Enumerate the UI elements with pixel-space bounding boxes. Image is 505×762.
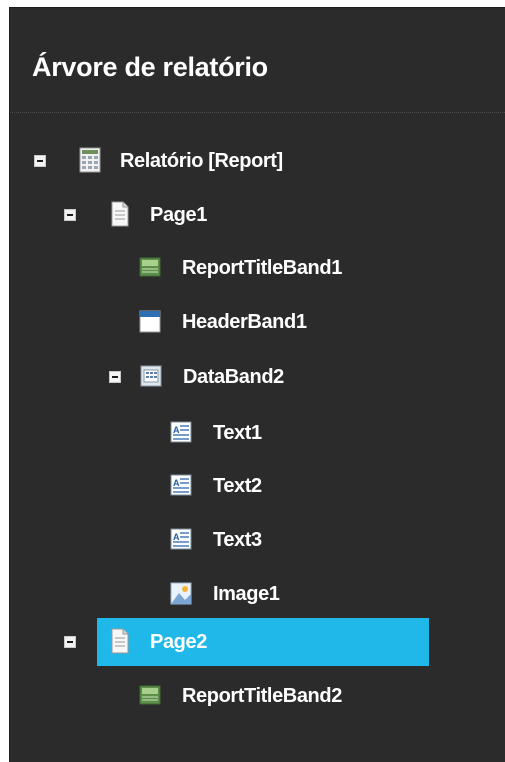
collapse-toggle-icon[interactable] <box>64 209 76 221</box>
tree-node-text2[interactable]: A Text2 <box>10 467 430 505</box>
tree-node-label: HeaderBand1 <box>182 311 307 333</box>
tree-node-label: Relatório [Report] <box>120 150 283 172</box>
tree-node-data-band2[interactable]: DataBand2 <box>10 358 430 396</box>
panel-title: Árvore de relatório <box>32 52 268 82</box>
tree-node-text3[interactable]: A Text3 <box>10 521 430 559</box>
tree-node-image1[interactable]: Image1 <box>10 575 430 613</box>
text-object-icon: A <box>170 528 192 550</box>
image-object-icon <box>170 582 192 605</box>
tree-node-label: DataBand2 <box>183 366 284 388</box>
tree-node-header-band1[interactable]: HeaderBand1 <box>10 303 430 341</box>
tree-node-text1[interactable]: A Text1 <box>10 414 430 452</box>
collapse-toggle-icon[interactable] <box>34 155 46 167</box>
tree-node-page2[interactable]: Page2 <box>10 623 430 661</box>
report-icon <box>79 147 101 173</box>
svg-text:A: A <box>173 532 180 542</box>
tree-node-label: Text1 <box>213 422 262 444</box>
collapse-toggle-icon[interactable] <box>109 371 121 383</box>
svg-text:A: A <box>173 425 180 435</box>
report-tree-panel: Árvore de relatório Relatório [Report] P… <box>9 7 505 762</box>
tree-node-label: ReportTitleBand2 <box>182 685 342 707</box>
page-icon <box>111 628 129 654</box>
tree-node-label: Page2 <box>150 631 207 653</box>
header-band-icon <box>139 310 161 333</box>
page-icon <box>111 201 129 227</box>
tree-node-page1[interactable]: Page1 <box>10 196 430 234</box>
report-title-band-icon <box>139 257 161 277</box>
tree-node-report-title-band2[interactable]: ReportTitleBand2 <box>10 677 430 715</box>
report-title-band-icon <box>139 685 161 705</box>
svg-text:A: A <box>173 478 180 488</box>
tree-node-label: Page1 <box>150 204 207 226</box>
tree-node-label: ReportTitleBand1 <box>182 257 342 279</box>
data-band-icon <box>140 365 162 387</box>
collapse-toggle-icon[interactable] <box>64 636 76 648</box>
tree-node-report-title-band1[interactable]: ReportTitleBand1 <box>10 249 430 287</box>
tree-node-report[interactable]: Relatório [Report] <box>10 142 430 180</box>
text-object-icon: A <box>170 421 192 443</box>
tree-node-label: Image1 <box>213 583 280 605</box>
tree-node-label: Text3 <box>213 529 262 551</box>
text-object-icon: A <box>170 474 192 496</box>
title-divider <box>10 112 505 113</box>
tree-node-label: Text2 <box>213 475 262 497</box>
